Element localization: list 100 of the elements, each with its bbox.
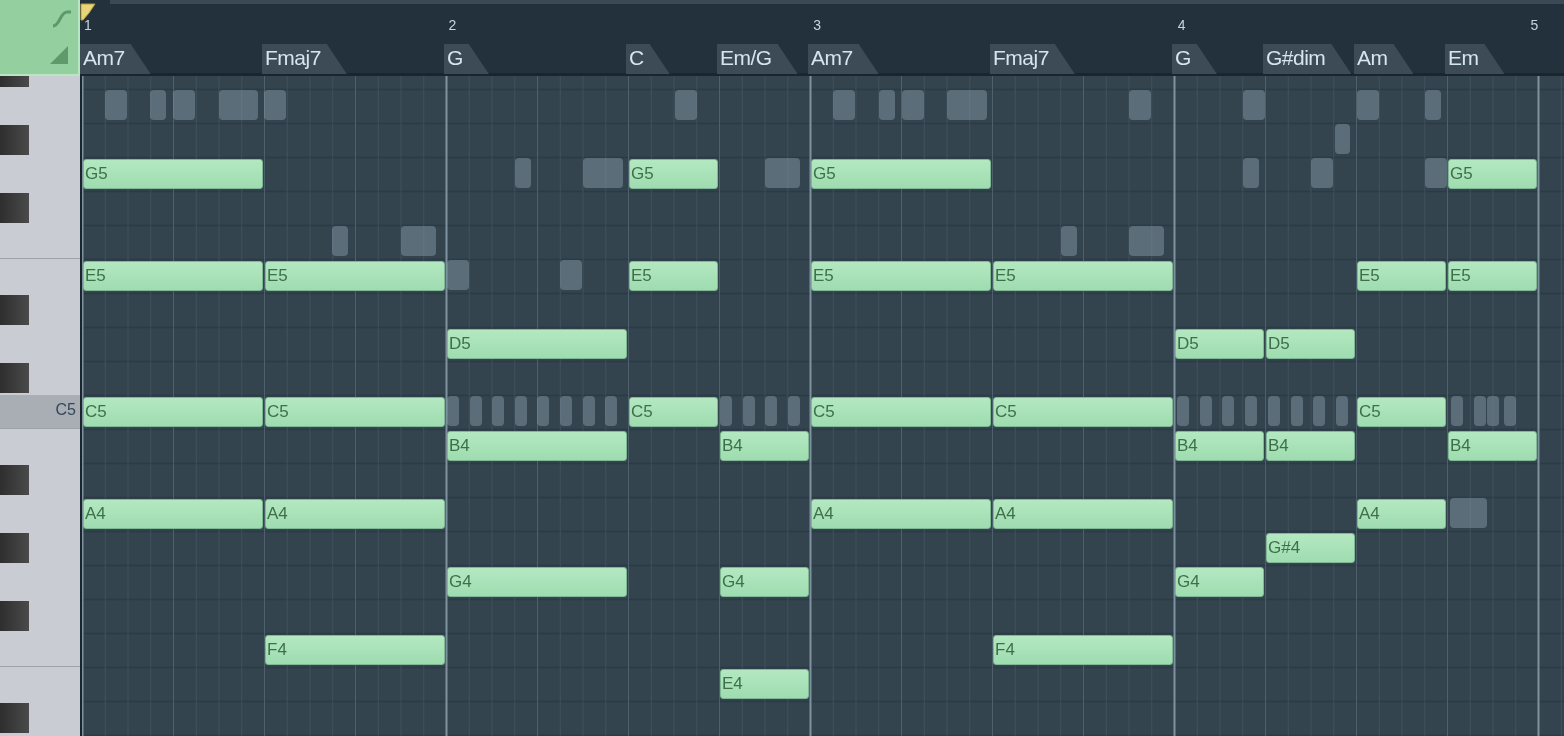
midi-note[interactable]: G5 bbox=[811, 159, 991, 189]
midi-note[interactable]: C5 bbox=[265, 397, 445, 427]
ghost-note bbox=[1222, 396, 1234, 426]
curve-icon[interactable] bbox=[52, 10, 72, 28]
midi-note[interactable]: E5 bbox=[1448, 261, 1537, 291]
ghost-note bbox=[765, 396, 777, 426]
midi-note[interactable]: C5 bbox=[993, 397, 1173, 427]
ghost-note bbox=[173, 90, 195, 120]
midi-note[interactable]: B4 bbox=[1448, 431, 1537, 461]
midi-note[interactable]: G5 bbox=[83, 159, 263, 189]
midi-note[interactable]: C5 bbox=[629, 397, 718, 427]
chord-marker[interactable]: G#dim bbox=[1263, 44, 1352, 74]
midi-note[interactable]: F4 bbox=[265, 635, 445, 665]
midi-note[interactable]: F4 bbox=[993, 635, 1173, 665]
midi-note[interactable]: A4 bbox=[811, 499, 991, 529]
ghost-note bbox=[1335, 124, 1350, 154]
ghost-note bbox=[1474, 396, 1486, 426]
midi-note[interactable]: G4 bbox=[447, 567, 627, 597]
ghost-note bbox=[1311, 158, 1333, 188]
bar-number: 5 bbox=[1530, 17, 1539, 33]
midi-note[interactable]: G5 bbox=[629, 159, 718, 189]
chord-marker[interactable]: G bbox=[444, 44, 489, 74]
sharp-key[interactable] bbox=[0, 465, 29, 495]
midi-note[interactable]: G5 bbox=[1448, 159, 1537, 189]
midi-note[interactable]: B4 bbox=[447, 431, 627, 461]
chord-marker[interactable]: C bbox=[626, 44, 670, 74]
ghost-note bbox=[1336, 396, 1348, 426]
sharp-key[interactable] bbox=[0, 125, 29, 155]
chord-marker[interactable]: Am bbox=[1354, 44, 1414, 74]
midi-note[interactable]: E5 bbox=[993, 261, 1173, 291]
midi-note[interactable]: G#4 bbox=[1266, 533, 1355, 563]
ghost-note bbox=[1177, 396, 1189, 426]
midi-note[interactable]: C5 bbox=[83, 397, 263, 427]
midi-note[interactable]: B4 bbox=[720, 431, 809, 461]
ghost-note bbox=[150, 90, 166, 120]
chord-marker[interactable]: Fmaj7 bbox=[262, 44, 347, 74]
piano-keyboard-drawing[interactable]: C5 bbox=[0, 76, 80, 736]
sharp-key[interactable] bbox=[0, 533, 29, 563]
ghost-note bbox=[1243, 90, 1265, 120]
bar-number: 1 bbox=[84, 17, 92, 33]
ghost-note bbox=[401, 226, 436, 256]
midi-note[interactable]: D5 bbox=[1266, 329, 1355, 359]
midi-note[interactable]: G4 bbox=[720, 567, 809, 597]
midi-note[interactable]: E4 bbox=[720, 669, 809, 699]
midi-note[interactable]: D5 bbox=[447, 329, 627, 359]
ghost-note bbox=[1243, 158, 1259, 188]
ghost-note bbox=[219, 90, 258, 120]
midi-note[interactable]: B4 bbox=[1175, 431, 1264, 461]
ghost-note bbox=[1425, 90, 1441, 120]
ghost-note bbox=[1425, 158, 1447, 188]
ghost-note bbox=[902, 90, 924, 120]
sharp-key[interactable] bbox=[0, 601, 29, 631]
midi-note[interactable]: A4 bbox=[993, 499, 1173, 529]
midi-note[interactable]: E5 bbox=[83, 261, 263, 291]
chord-marker[interactable]: Em/G bbox=[717, 44, 798, 74]
ghost-note bbox=[492, 396, 504, 426]
midi-note[interactable]: E5 bbox=[1357, 261, 1446, 291]
bar-number: 4 bbox=[1177, 17, 1186, 33]
midi-note[interactable]: C5 bbox=[811, 397, 991, 427]
midi-note[interactable]: A4 bbox=[265, 499, 445, 529]
ghost-note bbox=[879, 90, 895, 120]
ghost-note bbox=[515, 396, 527, 426]
ghost-note bbox=[1200, 396, 1212, 426]
sharp-key[interactable] bbox=[0, 703, 29, 733]
chord-marker[interactable]: Fmaj7 bbox=[990, 44, 1075, 74]
midi-note[interactable]: E5 bbox=[629, 261, 718, 291]
midi-note[interactable]: C5 bbox=[1357, 397, 1446, 427]
ghost-note bbox=[743, 396, 755, 426]
ghost-note bbox=[1450, 498, 1487, 528]
sharp-key[interactable] bbox=[0, 193, 29, 223]
midi-note[interactable]: D5 bbox=[1175, 329, 1264, 359]
ghost-note bbox=[1129, 90, 1151, 120]
midi-note[interactable]: G4 bbox=[1175, 567, 1264, 597]
ghost-note bbox=[105, 90, 127, 120]
ghost-note bbox=[447, 396, 459, 426]
chord-marker[interactable]: G bbox=[1172, 44, 1217, 74]
midi-note[interactable]: E5 bbox=[265, 261, 445, 291]
midi-note[interactable]: A4 bbox=[1357, 499, 1446, 529]
midi-note[interactable]: E5 bbox=[811, 261, 991, 291]
triangle-icon[interactable] bbox=[49, 46, 69, 64]
bar-number: 2 bbox=[448, 17, 457, 33]
ghost-note bbox=[1129, 226, 1164, 256]
chord-marker[interactable]: Am7 bbox=[80, 44, 151, 74]
ghost-note bbox=[1061, 226, 1077, 256]
midi-note[interactable]: A4 bbox=[83, 499, 263, 529]
midi-note[interactable]: B4 bbox=[1266, 431, 1355, 461]
ghost-note bbox=[1487, 396, 1499, 426]
chord-marker[interactable]: Am7 bbox=[808, 44, 879, 74]
sharp-key[interactable] bbox=[0, 295, 29, 325]
ghost-note bbox=[264, 90, 286, 120]
chord-marker[interactable]: Em bbox=[1445, 44, 1505, 74]
sharp-key[interactable] bbox=[0, 363, 29, 393]
timeline-ruler[interactable]: 1 2 3 4 5 Am7 Fmaj7 G C Em/G Am7 Fmaj7 G G#dim Am Em bbox=[80, 0, 1564, 76]
ghost-note bbox=[583, 396, 595, 426]
ghost-note bbox=[1291, 396, 1303, 426]
ghost-note bbox=[560, 396, 572, 426]
ghost-note bbox=[447, 260, 469, 290]
ghost-note bbox=[1245, 396, 1257, 426]
ghost-note bbox=[1313, 396, 1325, 426]
ghost-note bbox=[560, 260, 582, 290]
